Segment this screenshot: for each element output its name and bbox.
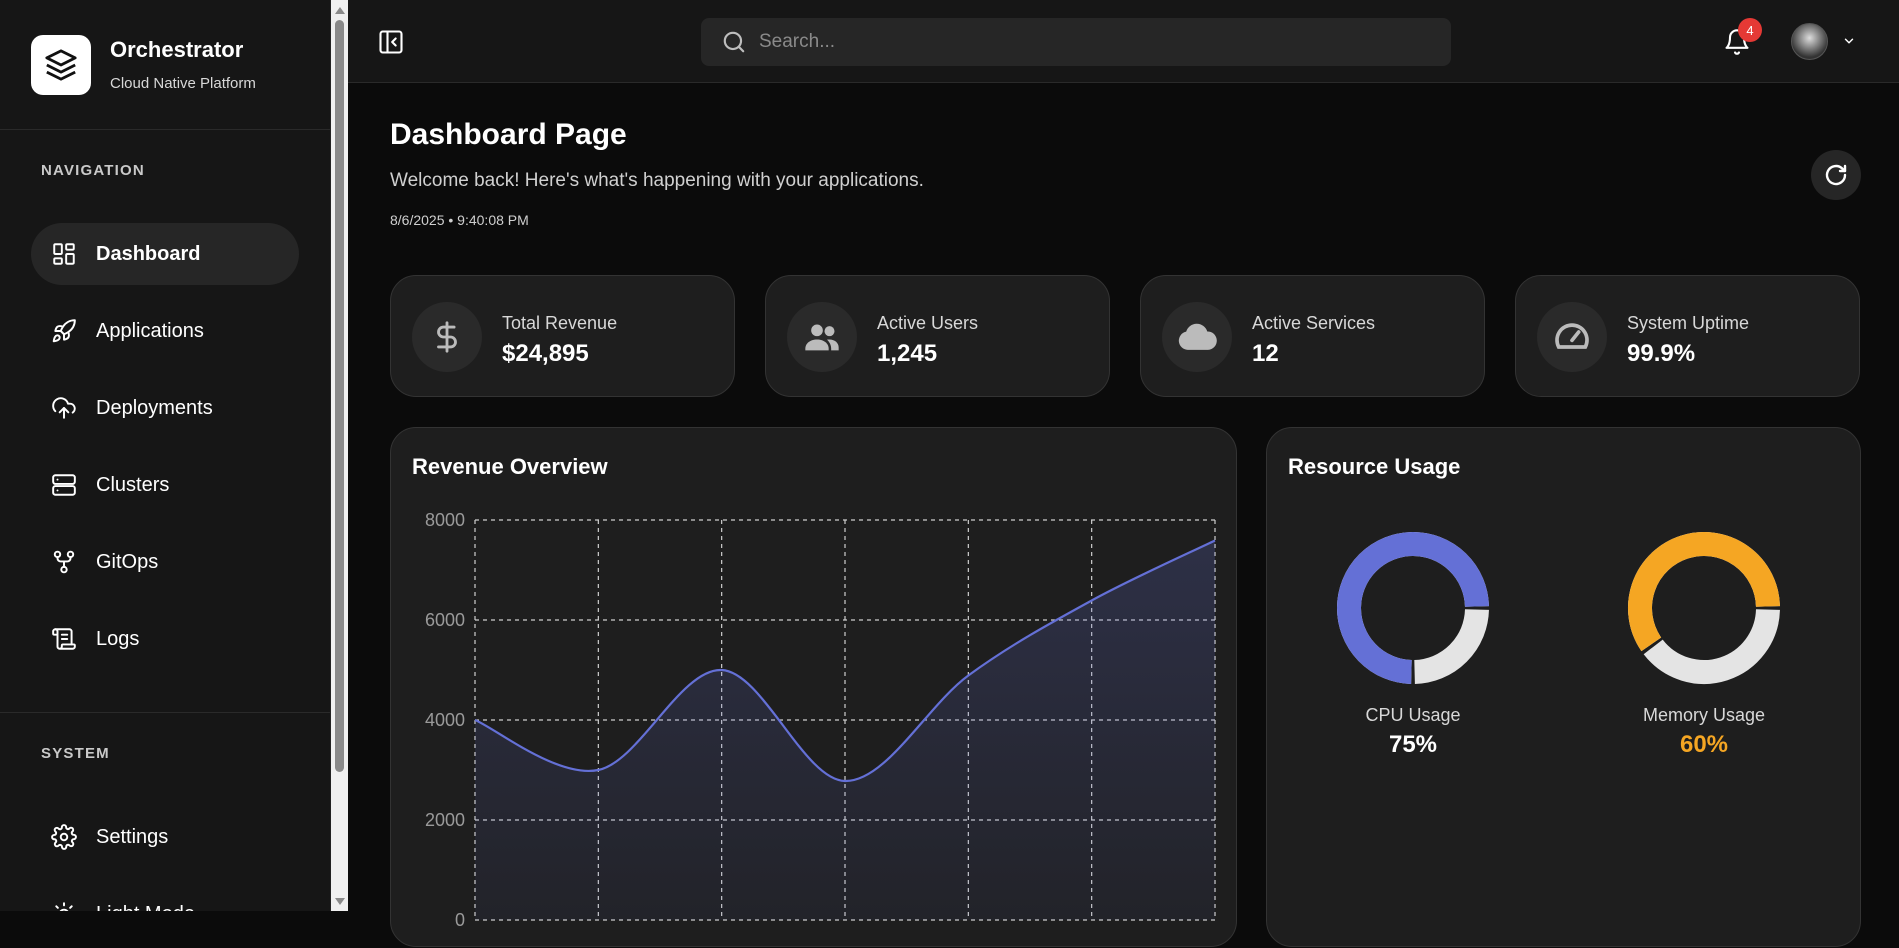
panel-left-icon [377, 28, 405, 56]
stat-card-uptime: System Uptime 99.9% [1515, 275, 1860, 397]
y-tick-label: 2000 [425, 810, 465, 830]
sidebar-item-applications[interactable]: Applications [31, 300, 299, 362]
gear-icon [51, 824, 77, 850]
page-subtitle: Welcome back! Here's what's happening wi… [390, 170, 924, 192]
notification-badge: 4 [1738, 18, 1762, 42]
sidebar-item-label: Dashboard [96, 243, 200, 266]
nav-heading: NAVIGATION [0, 162, 145, 179]
divider [0, 712, 331, 713]
sidebar-item-gitops[interactable]: GitOps [31, 531, 299, 593]
stat-value: $24,895 [502, 340, 589, 368]
revenue-panel: Revenue Overview 80006000400020000 [390, 427, 1237, 947]
memory-label: Memory Usage [1624, 705, 1784, 726]
cpu-value: 75% [1333, 731, 1493, 759]
sidebar-item-label: Logs [96, 628, 139, 651]
resource-panel: Resource Usage CPU Usage 75% Memory Usag… [1266, 427, 1861, 947]
sidebar-item-label: GitOps [96, 551, 158, 574]
topbar: 4 [348, 0, 1899, 83]
speedometer-icon [1537, 302, 1607, 372]
sidebar-item-clusters[interactable]: Clusters [31, 454, 299, 516]
users-icon [787, 302, 857, 372]
stat-label: Active Services [1252, 313, 1375, 334]
scroll-down-arrow-icon[interactable] [335, 898, 345, 905]
sidebar-item-label: Light Mode [96, 903, 195, 912]
stat-card-users: Active Users 1,245 [765, 275, 1110, 397]
sidebar-item-settings[interactable]: Settings [31, 806, 299, 868]
sidebar-item-dashboard[interactable]: Dashboard [31, 223, 299, 285]
brand-title: Orchestrator [110, 37, 256, 63]
sidebar-item-deployments[interactable]: Deployments [31, 377, 299, 439]
main-content: Dashboard Page Welcome back! Here's what… [348, 84, 1899, 911]
sidebar-scrollbar[interactable] [331, 0, 348, 911]
sidebar-item-logs[interactable]: Logs [31, 608, 299, 670]
donut-remaining-segment [1653, 610, 1768, 672]
stat-card-services: Active Services 12 [1140, 275, 1485, 397]
y-tick-label: 0 [455, 910, 465, 930]
stat-label: Total Revenue [502, 313, 617, 334]
memory-value: 60% [1624, 731, 1784, 759]
layers-logo-icon [31, 35, 91, 95]
scroll-up-arrow-icon[interactable] [335, 7, 345, 14]
rocket-icon [51, 318, 77, 344]
sidebar-item-light-mode[interactable]: Light Mode [31, 883, 299, 911]
donut-value-segment [1640, 544, 1768, 644]
stat-label: Active Users [877, 313, 978, 334]
cpu-donut-chart [1333, 528, 1493, 688]
server-icon [51, 472, 77, 498]
avatar[interactable] [1791, 23, 1828, 60]
y-tick-label: 4000 [425, 710, 465, 730]
sidebar-item-label: Applications [96, 320, 204, 343]
scroll-icon [51, 626, 77, 652]
search-bar[interactable] [701, 18, 1451, 66]
panel-title: Resource Usage [1288, 454, 1460, 480]
chevron-down-icon[interactable] [1842, 34, 1856, 48]
cloud-icon [1162, 302, 1232, 372]
brand-subtitle: Cloud Native Platform [110, 75, 256, 92]
scroll-thumb[interactable] [335, 20, 344, 772]
sun-icon [51, 901, 77, 911]
sidebar-item-label: Deployments [96, 397, 213, 420]
y-tick-label: 8000 [425, 510, 465, 530]
dollar-icon [412, 302, 482, 372]
search-input[interactable] [759, 31, 1409, 53]
cpu-label: CPU Usage [1333, 705, 1493, 726]
git-branch-icon [51, 549, 77, 575]
stat-label: System Uptime [1627, 313, 1749, 334]
system-heading: SYSTEM [0, 745, 110, 762]
dashboard-icon [51, 241, 77, 267]
revenue-chart: 8000 6000 4000 2000 0 [391, 428, 1238, 948]
page-timestamp: 8/6/2025 • 9:40:08 PM [390, 212, 529, 228]
memory-donut-chart [1624, 528, 1784, 688]
page-title: Dashboard Page [390, 118, 627, 152]
stat-value: 99.9% [1627, 340, 1695, 368]
refresh-icon [1824, 163, 1848, 187]
search-icon [721, 29, 747, 55]
sidebar: Orchestrator Cloud Native Platform NAVIG… [0, 0, 331, 911]
cloud-upload-icon [51, 395, 77, 421]
refresh-button[interactable] [1811, 150, 1861, 200]
brand: Orchestrator Cloud Native Platform [0, 0, 330, 130]
stat-value: 1,245 [877, 340, 937, 368]
sidebar-item-label: Settings [96, 826, 168, 849]
collapse-sidebar-button[interactable] [377, 28, 405, 56]
y-tick-label: 6000 [425, 610, 465, 630]
stat-value: 12 [1252, 340, 1279, 368]
sidebar-item-label: Clusters [96, 474, 169, 497]
stat-card-revenue: Total Revenue $24,895 [390, 275, 735, 397]
donut-remaining-segment [1415, 610, 1477, 672]
